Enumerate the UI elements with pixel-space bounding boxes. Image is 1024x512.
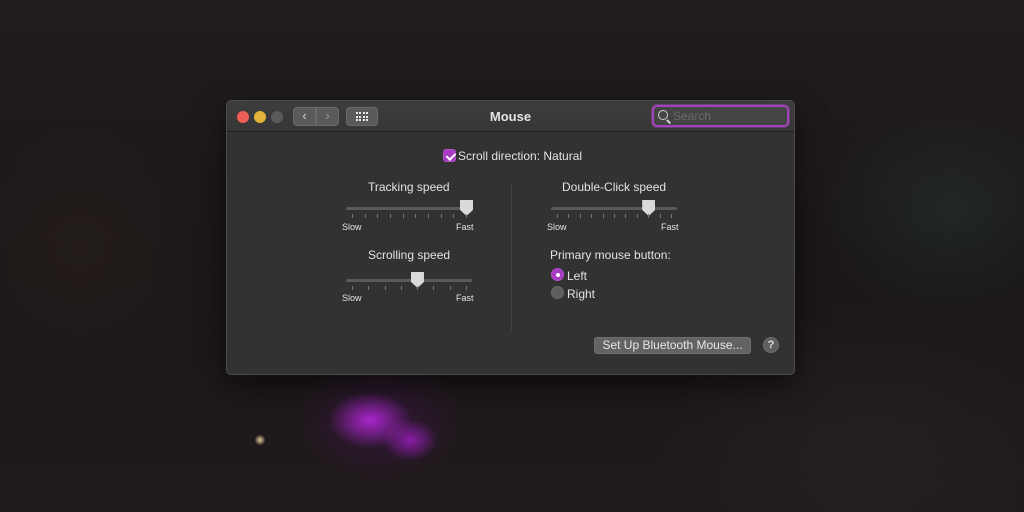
slider-tick — [352, 286, 353, 290]
help-button[interactable]: ? — [763, 337, 779, 353]
slider-tick — [368, 286, 370, 290]
slider-tick — [417, 286, 419, 290]
slider-track — [346, 207, 472, 210]
double-click-speed-label: Double-Click speed — [562, 180, 667, 194]
slider-tick — [428, 214, 429, 218]
slider-tick — [402, 214, 404, 218]
slider-tick — [377, 214, 379, 218]
slider-tick — [364, 214, 366, 218]
tracking-slow-label: Slow — [342, 222, 362, 232]
slider-tick — [659, 214, 661, 218]
slider-tick — [433, 286, 435, 290]
slider-tick — [440, 214, 442, 218]
set-up-bluetooth-mouse-button[interactable]: Set Up Bluetooth Mouse... — [594, 337, 751, 354]
slider-tick — [449, 286, 451, 290]
tracking-fast-label: Fast — [456, 222, 474, 232]
slider-tick — [648, 214, 650, 218]
slider-tick — [568, 214, 570, 218]
scroll-direction-checkbox[interactable] — [443, 149, 456, 162]
slider-tick — [602, 214, 604, 218]
tracking-speed-slider[interactable] — [346, 200, 473, 222]
scrolling-speed-slider[interactable] — [346, 272, 472, 294]
slider-tick — [591, 214, 593, 218]
primary-right-radio[interactable] — [551, 286, 564, 299]
slider-tick — [352, 214, 353, 218]
slider-tick — [384, 286, 386, 290]
slider-tick — [625, 214, 627, 218]
slider-tick — [390, 214, 391, 218]
primary-left-radio[interactable] — [551, 268, 564, 281]
primary-mouse-button-label: Primary mouse button: — [550, 248, 671, 262]
tracking-speed-label: Tracking speed — [368, 180, 450, 194]
slider-tick — [636, 214, 638, 218]
slider-tick — [415, 214, 417, 218]
scrolling-speed-label: Scrolling speed — [368, 248, 451, 262]
slider-tick — [466, 286, 467, 290]
slider-track — [551, 207, 677, 210]
slider-tick — [557, 214, 558, 218]
slider-track — [346, 279, 472, 282]
double-click-speed-slider[interactable] — [551, 200, 677, 222]
slider-tick — [579, 214, 581, 218]
primary-right-label: Right — [567, 287, 596, 301]
column-divider — [511, 185, 512, 330]
scroll-direction-label: Scroll direction: Natural — [458, 149, 583, 163]
double-click-fast-label: Fast — [661, 222, 679, 232]
slider-tick — [400, 286, 402, 290]
title-bar: ‹ › Mouse — [227, 101, 794, 132]
slider-tick — [671, 214, 672, 218]
mouse-preferences-window: ‹ › Mouse Scroll direction: Natural Trac… — [226, 100, 795, 375]
primary-left-label: Left — [567, 269, 588, 283]
search-field[interactable] — [652, 105, 789, 127]
scrolling-slow-label: Slow — [342, 293, 362, 303]
search-icon — [658, 110, 668, 120]
slider-tick — [453, 214, 455, 218]
search-input[interactable] — [673, 108, 783, 124]
slider-tick — [466, 214, 467, 218]
slider-tick — [614, 214, 615, 218]
double-click-slow-label: Slow — [547, 222, 567, 232]
scrolling-fast-label: Fast — [456, 293, 474, 303]
